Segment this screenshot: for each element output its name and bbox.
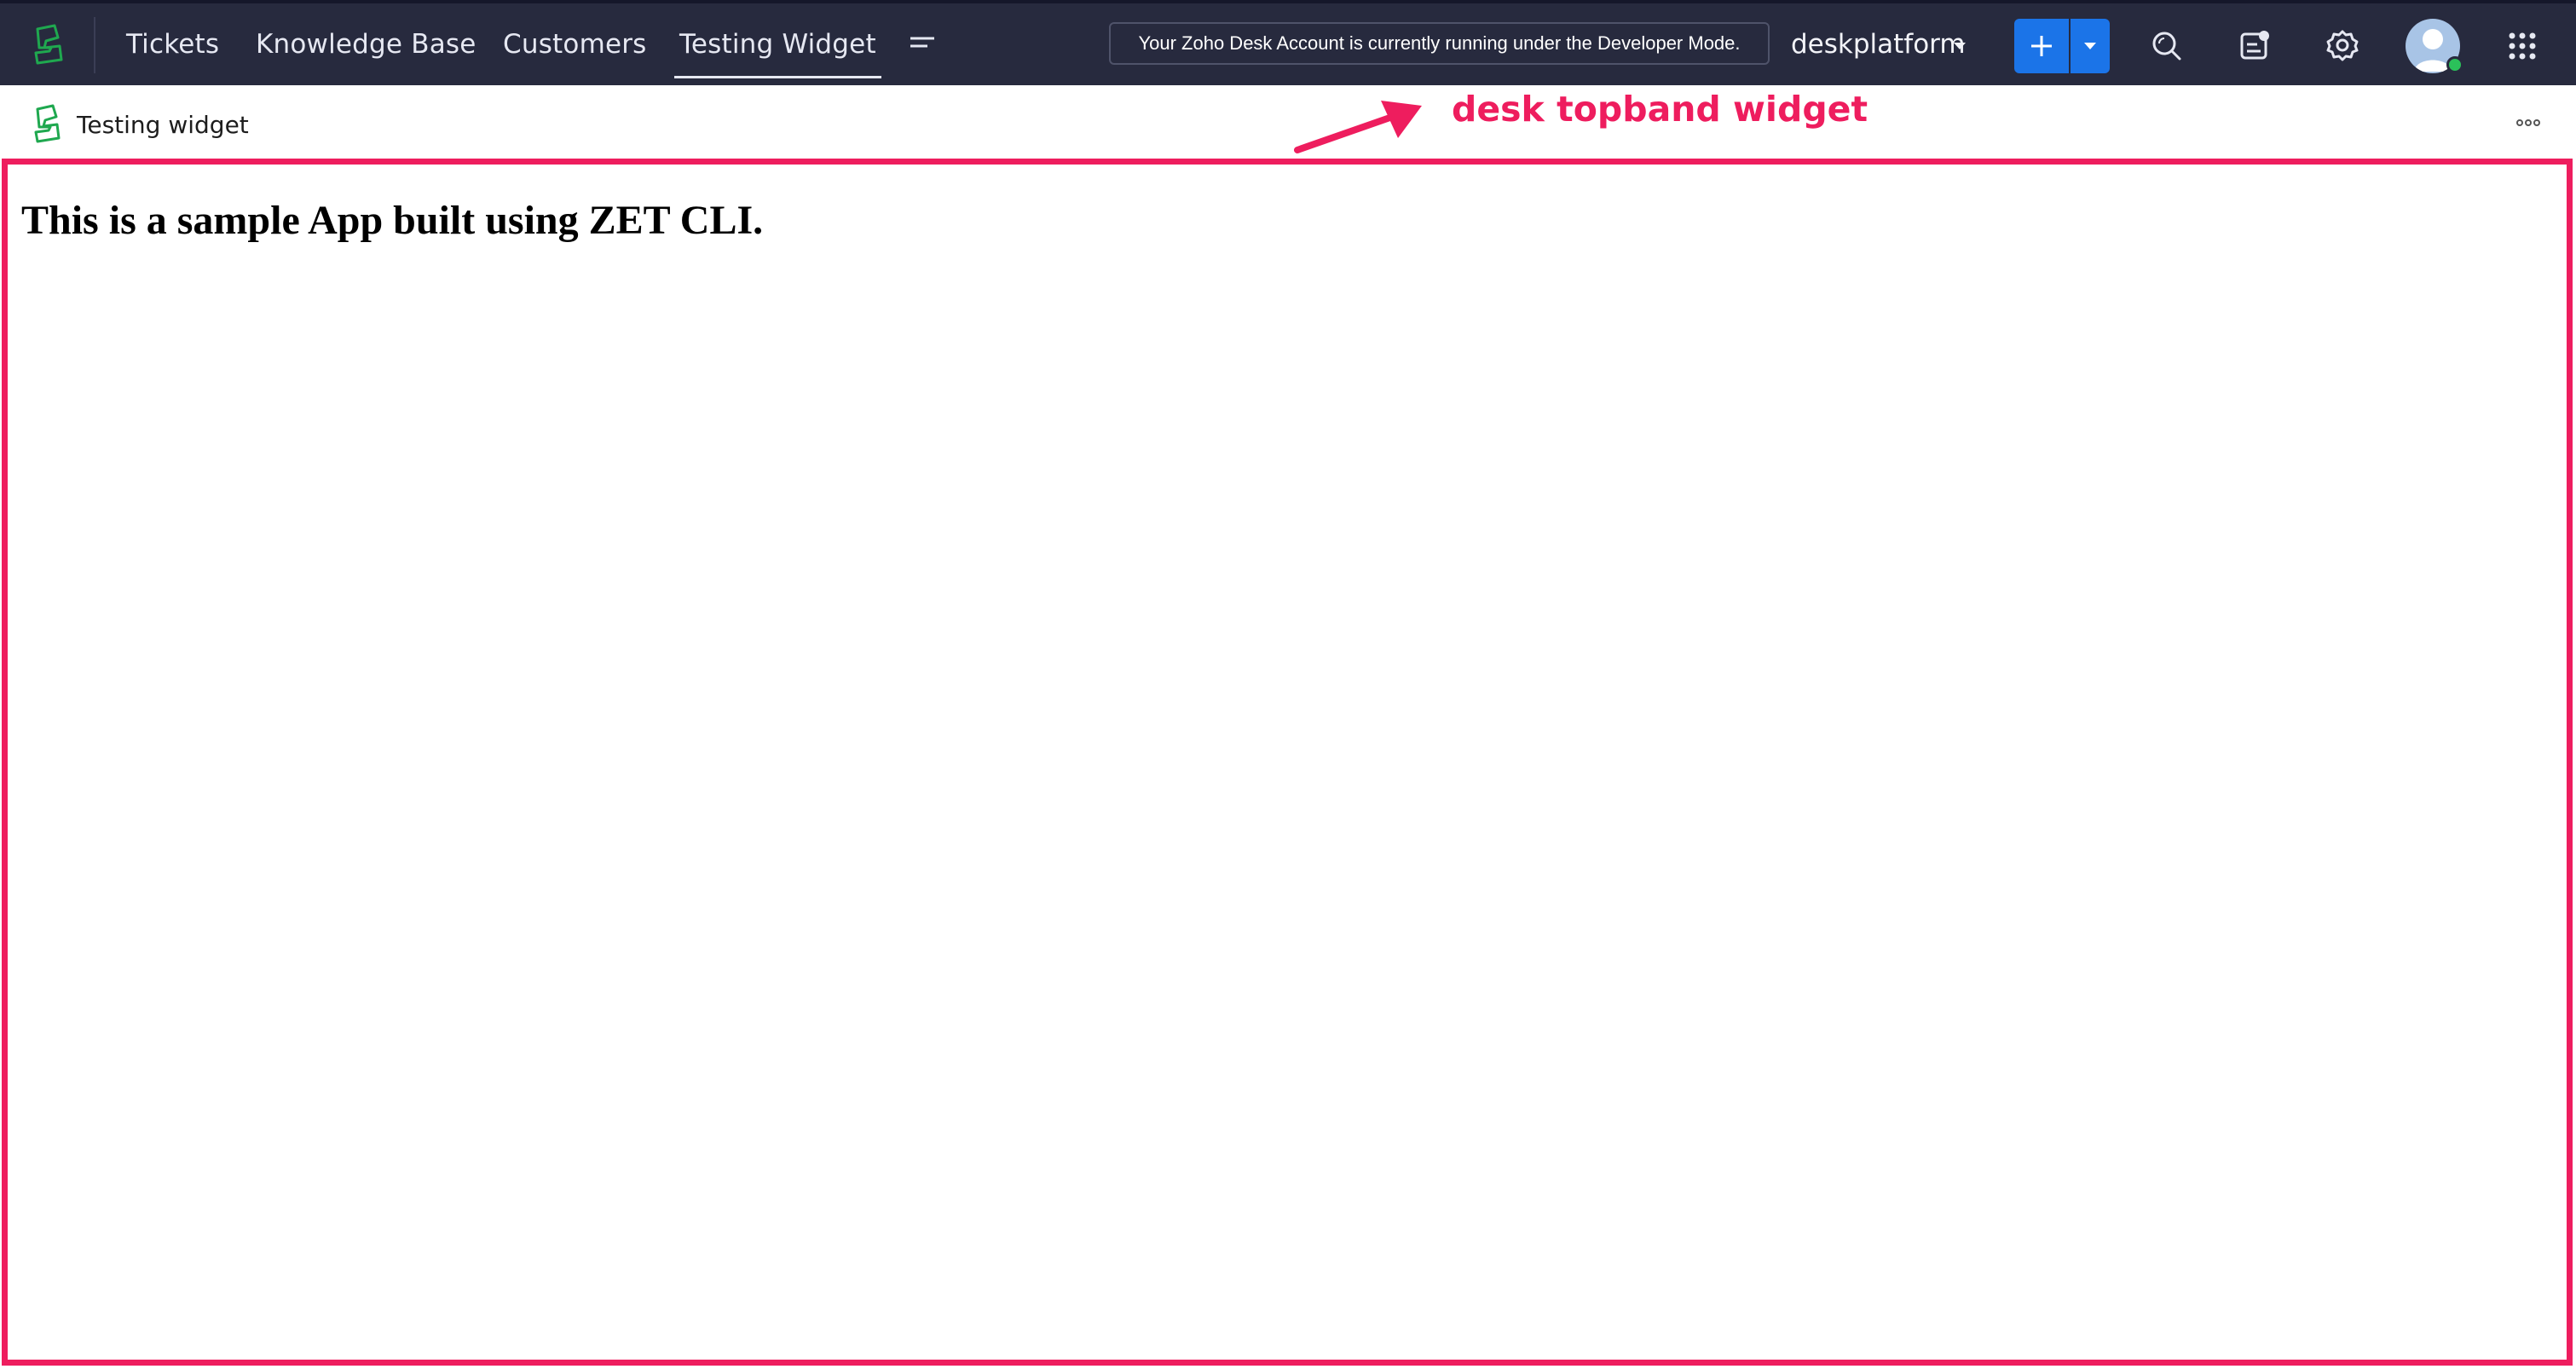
search-icon[interactable]	[2148, 27, 2184, 63]
add-button[interactable]	[2014, 19, 2069, 73]
apps-grid-icon[interactable]	[2507, 31, 2538, 61]
widget-title: Testing widget	[77, 111, 249, 139]
more-options-icon[interactable]	[2515, 114, 2542, 131]
gear-icon[interactable]	[2325, 27, 2360, 63]
developer-mode-banner: Your Zoho Desk Account is currently runn…	[1109, 22, 1770, 65]
widget-logo-icon	[34, 104, 61, 143]
annotation-arrow-icon	[1294, 101, 1422, 153]
tab-customers[interactable]: Customers	[503, 3, 647, 85]
portal-switcher[interactable]: deskplatform	[1791, 3, 1966, 85]
nav-divider	[94, 17, 95, 73]
online-status-indicator	[2446, 56, 2463, 73]
widget-body-heading: This is a sample App built using ZET CLI…	[21, 198, 764, 243]
plus-icon	[2031, 36, 2052, 56]
tab-testing-widget[interactable]: Testing Widget	[674, 3, 881, 85]
tab-knowledge-base[interactable]: Knowledge Base	[256, 3, 477, 85]
widget-header	[0, 85, 2576, 160]
feed-icon[interactable]	[2237, 27, 2273, 63]
tab-tickets[interactable]: Tickets	[126, 3, 219, 85]
widget-content-frame: This is a sample App built using ZET CLI…	[2, 159, 2573, 1366]
chevron-down-icon[interactable]	[1954, 43, 1966, 49]
add-dropdown-button[interactable]	[2071, 19, 2110, 73]
zoho-desk-logo-icon[interactable]	[26, 22, 70, 66]
annotation-label: desk topband widget	[1452, 89, 1868, 130]
hamburger-menu-icon[interactable]	[907, 32, 938, 58]
top-nav-bar: Tickets Knowledge Base Customers Testing…	[0, 0, 2576, 85]
